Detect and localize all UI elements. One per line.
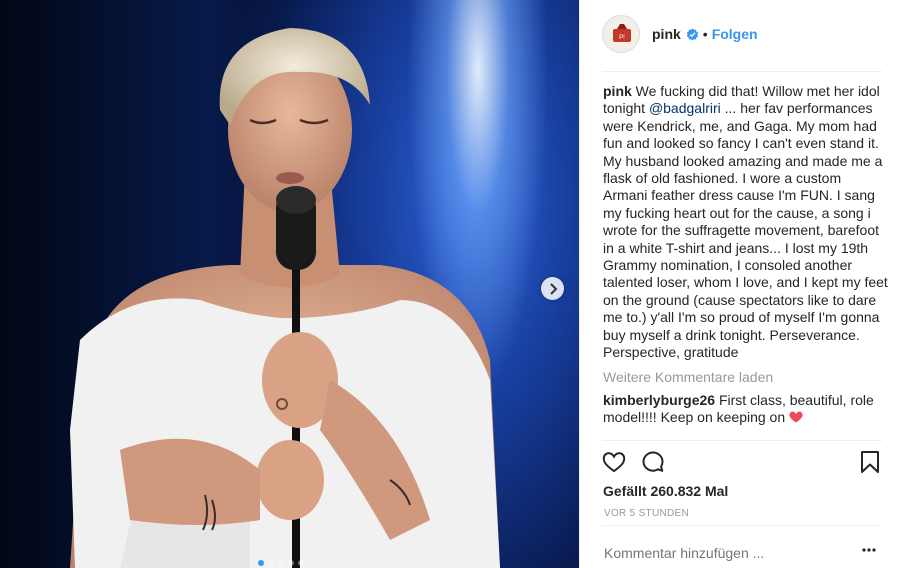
carousel-dot <box>268 560 274 566</box>
add-comment-input[interactable] <box>604 545 834 561</box>
singer-figure <box>70 28 500 568</box>
follow-button[interactable]: Folgen <box>712 26 758 42</box>
avatar[interactable]: P! <box>602 15 640 53</box>
separator-bullet: • <box>702 26 708 42</box>
carousel-dot <box>258 560 264 566</box>
chevron-right-icon <box>549 282 557 295</box>
carousel-dot <box>298 560 304 566</box>
caption-text-end: ... her fav performances were Kendrick, … <box>603 100 888 361</box>
carousel-dot <box>278 560 284 566</box>
post-header: P! pink • Folgen <box>602 14 880 54</box>
username-link[interactable]: pink <box>652 26 681 42</box>
heart-outline-icon[interactable] <box>602 450 626 474</box>
carousel-indicator <box>258 560 304 566</box>
avatar-logo-icon: P! <box>607 20 637 50</box>
verified-badge-icon <box>686 28 698 40</box>
load-more-comments-button[interactable]: Weitere Kommentare laden <box>603 369 888 385</box>
red-heart-emoji-icon <box>789 411 803 423</box>
post-side-panel: P! pink • Folgen pink We fucking did tha… <box>579 0 900 568</box>
svg-text:P!: P! <box>619 35 625 41</box>
caption-username[interactable]: pink <box>603 83 632 99</box>
more-options-icon[interactable] <box>862 548 876 552</box>
bookmark-icon[interactable] <box>860 450 880 474</box>
likes-count[interactable]: Gefällt 260.832 Mal <box>603 483 728 499</box>
mention-link[interactable]: @badgalriri <box>649 100 721 116</box>
divider <box>602 525 882 526</box>
post-timestamp[interactable]: VOR 5 STUNDEN <box>604 508 689 519</box>
post-caption: pink We fucking did that! Willow met her… <box>603 83 888 362</box>
carousel-dot <box>288 560 294 566</box>
comments-list: pink We fucking did that! Willow met her… <box>603 83 888 440</box>
next-photo-button[interactable] <box>541 277 564 300</box>
divider <box>602 71 882 72</box>
post-photo[interactable] <box>0 0 579 568</box>
comment-bubble-icon[interactable] <box>641 450 665 474</box>
divider <box>602 440 882 441</box>
list-item: kimberlyburge26 First class, beautiful, … <box>603 392 888 427</box>
action-bar <box>602 450 882 476</box>
comment-username[interactable]: kimberlyburge26 <box>603 392 715 408</box>
